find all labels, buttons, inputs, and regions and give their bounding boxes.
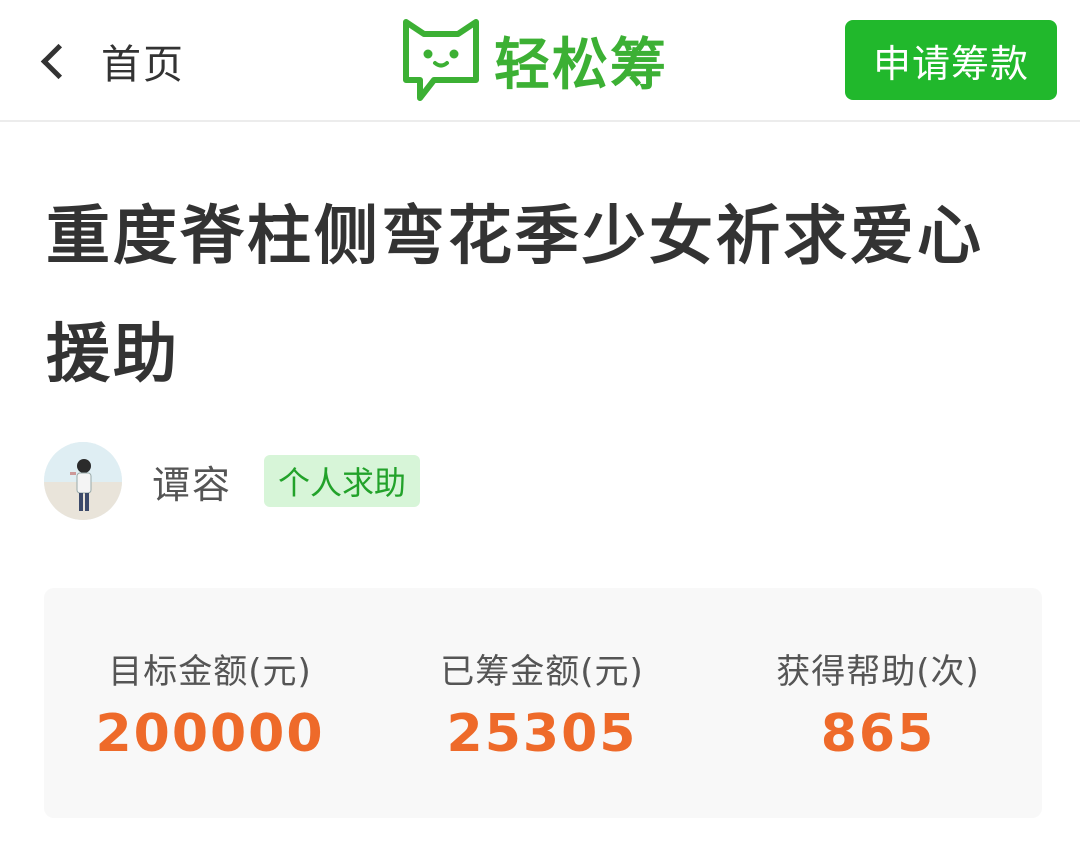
cat-logo-icon: [403, 19, 479, 101]
stat-value: 200000: [95, 704, 325, 764]
stat-label: 目标金额(元): [108, 652, 312, 692]
fundraising-stats: 目标金额(元) 200000 已筹金额(元) 25305 获得帮助(次) 865: [44, 588, 1042, 818]
stat-label: 获得帮助(次): [776, 652, 980, 692]
stat-label: 已筹金额(元): [440, 652, 644, 692]
back-label: 首页: [101, 42, 185, 88]
logo-text: 轻松筹: [494, 32, 668, 98]
avatar-photo-icon: [44, 442, 122, 520]
top-bar: 首页 轻松筹 申请筹款: [0, 0, 1080, 122]
apply-fundraising-button[interactable]: 申请筹款: [845, 20, 1057, 100]
back-button[interactable]: 首页: [32, 34, 185, 88]
stat-value: 25305: [446, 704, 638, 764]
stat-target-amount: 目标金额(元) 200000: [44, 588, 376, 818]
author-name[interactable]: 谭容: [152, 454, 232, 509]
avatar[interactable]: [44, 442, 122, 520]
stat-help-count: 获得帮助(次) 865: [712, 588, 1044, 818]
chevron-left-icon: [40, 43, 77, 79]
stat-value: 865: [820, 704, 936, 764]
page-title: 重度脊柱侧弯花季少女祈求爱心援助: [46, 200, 984, 392]
help-type-badge: 个人求助: [264, 455, 421, 507]
stat-raised-amount: 已筹金额(元) 25305: [376, 588, 708, 818]
logo: 轻松筹: [402, 18, 668, 102]
author-row: 谭容 个人求助: [44, 442, 421, 520]
